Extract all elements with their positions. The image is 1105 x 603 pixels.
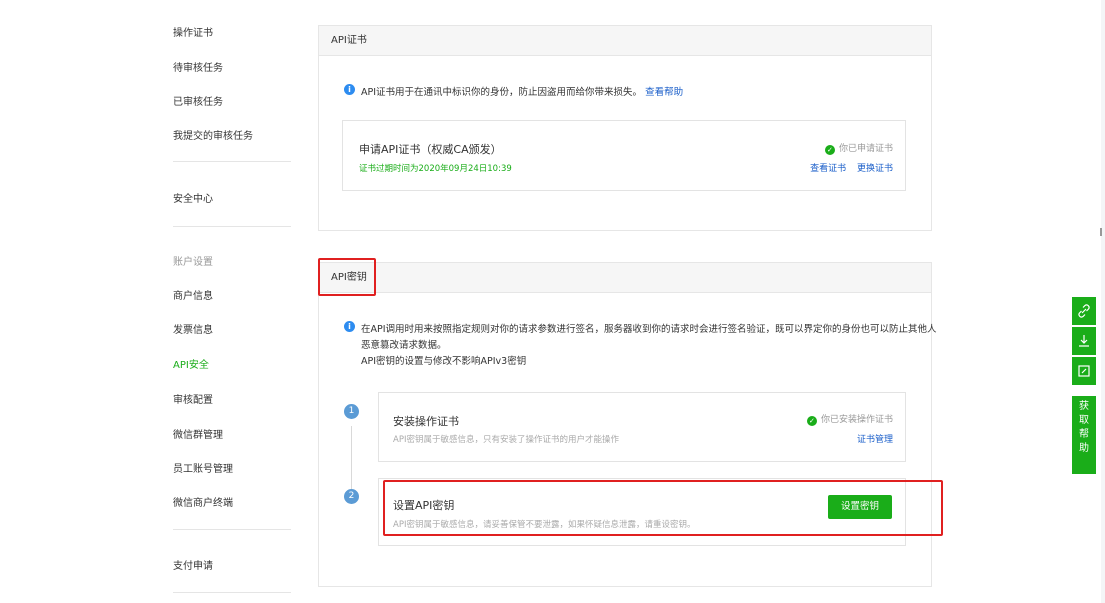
cert-management-link[interactable]: 证书管理: [857, 435, 893, 445]
install-cert-status: ✓ 你已安装操作证书: [806, 412, 893, 426]
cert-status: ✓ 你已申请证书: [824, 141, 893, 155]
sidebar-item-wechat-group-mgmt[interactable]: 微信群管理: [173, 426, 223, 441]
api-key-info-line3: API密钥的设置与修改不影响APIv3密钥: [361, 356, 527, 367]
float-edit-button[interactable]: [1072, 357, 1096, 385]
info-icon: i: [344, 321, 355, 332]
check-circle-icon: ✓: [824, 145, 835, 155]
sidebar-item-review-config[interactable]: 审核配置: [173, 391, 213, 406]
api-cert-header: API证书: [319, 26, 931, 56]
install-cert-actions: 证书管理: [849, 432, 893, 445]
sidebar-item-security-center[interactable]: 安全中心: [173, 190, 213, 205]
float-link-button[interactable]: [1072, 297, 1096, 325]
api-cert-info-text: API证书用于在通讯中标识你的身份，防止因盗用而给你带来损失。: [361, 87, 643, 98]
install-cert-title: 安装操作证书: [393, 415, 459, 428]
help-link[interactable]: 查看帮助: [645, 87, 683, 98]
sidebar-item-my-submitted-tasks[interactable]: 我提交的审核任务: [173, 127, 253, 142]
info-icon: i: [344, 84, 355, 95]
install-cert-box: 安装操作证书 API密钥属于敏感信息，只有安装了操作证书的用户才能操作 ✓ 你已安…: [378, 392, 906, 462]
step-2-badge: 2: [344, 489, 359, 504]
sidebar-divider: [173, 529, 291, 530]
link-icon: [1078, 304, 1090, 318]
sidebar-item-merchant-terminal[interactable]: 微信商户终端: [173, 494, 233, 509]
cert-actions: 查看证书 更换证书: [802, 161, 893, 174]
apply-cert-title: 申请API证书（权威CA颁发）: [359, 143, 502, 156]
check-circle-icon: ✓: [806, 416, 817, 426]
float-download-button[interactable]: [1072, 327, 1096, 355]
install-cert-status-label: 你已安装操作证书: [820, 415, 893, 425]
sidebar-divider: [173, 226, 291, 227]
sidebar-group-account-settings: 账户设置: [173, 257, 213, 268]
sidebar-divider: [173, 161, 291, 162]
sidebar-item-staff-account-mgmt[interactable]: 员工账号管理: [173, 460, 233, 475]
sidebar-item-invoice-info[interactable]: 发票信息: [173, 321, 213, 336]
sidebar-item-api-security[interactable]: API安全: [173, 356, 209, 371]
api-key-header: API密钥: [319, 263, 931, 293]
sidebar-item-pending-tasks[interactable]: 待审核任务: [173, 59, 223, 74]
api-key-info-line2: 恶意篡改请求数据。: [361, 340, 447, 351]
help-char: 取: [1079, 415, 1089, 426]
highlight-box-api-key-header: [318, 258, 376, 296]
download-icon: [1079, 335, 1089, 347]
api-key-info-line1: 在API调用时用来按照指定规则对你的请求参数进行签名，服务器收到你的请求时会进行…: [361, 324, 937, 335]
sidebar-divider: [173, 592, 291, 593]
help-char: 帮: [1079, 429, 1089, 440]
help-char: 助: [1079, 443, 1089, 454]
cert-status-label: 你已申请证书: [838, 144, 893, 154]
install-cert-desc: API密钥属于敏感信息，只有安装了操作证书的用户才能操作: [393, 435, 619, 445]
sidebar-item-payment-application[interactable]: 支付申请: [173, 557, 213, 572]
help-char: 获: [1079, 401, 1089, 412]
step-1-badge: 1: [344, 404, 359, 419]
scrollbar-mark: [1100, 228, 1102, 236]
sidebar-item-reviewed-tasks[interactable]: 已审核任务: [173, 93, 223, 108]
sidebar-item-operation-cert[interactable]: 操作证书: [173, 24, 213, 39]
highlight-box-set-api-key: [383, 480, 943, 536]
replace-cert-link[interactable]: 更换证书: [857, 164, 893, 174]
step-connector-line: [351, 426, 352, 496]
page: 操作证书 待审核任务 已审核任务 我提交的审核任务 安全中心 账户设置 商户信息…: [0, 0, 1105, 603]
sidebar-item-merchant-info[interactable]: 商户信息: [173, 287, 213, 302]
apply-cert-box: 申请API证书（权威CA颁发） 证书过期时间为2020年09月24日10:39 …: [342, 120, 906, 191]
view-cert-link[interactable]: 查看证书: [810, 164, 846, 174]
cert-expiry-text: 证书过期时间为2020年09月24日10:39: [359, 164, 512, 174]
edit-icon: [1078, 365, 1090, 377]
sidebar: 操作证书 待审核任务 已审核任务 我提交的审核任务 安全中心 账户设置 商户信息…: [0, 0, 291, 603]
api-cert-info: API证书用于在通讯中标识你的身份，防止因盗用而给你带来损失。 查看帮助: [361, 84, 683, 98]
float-get-help-button[interactable]: 获 取 帮 助: [1072, 396, 1096, 474]
